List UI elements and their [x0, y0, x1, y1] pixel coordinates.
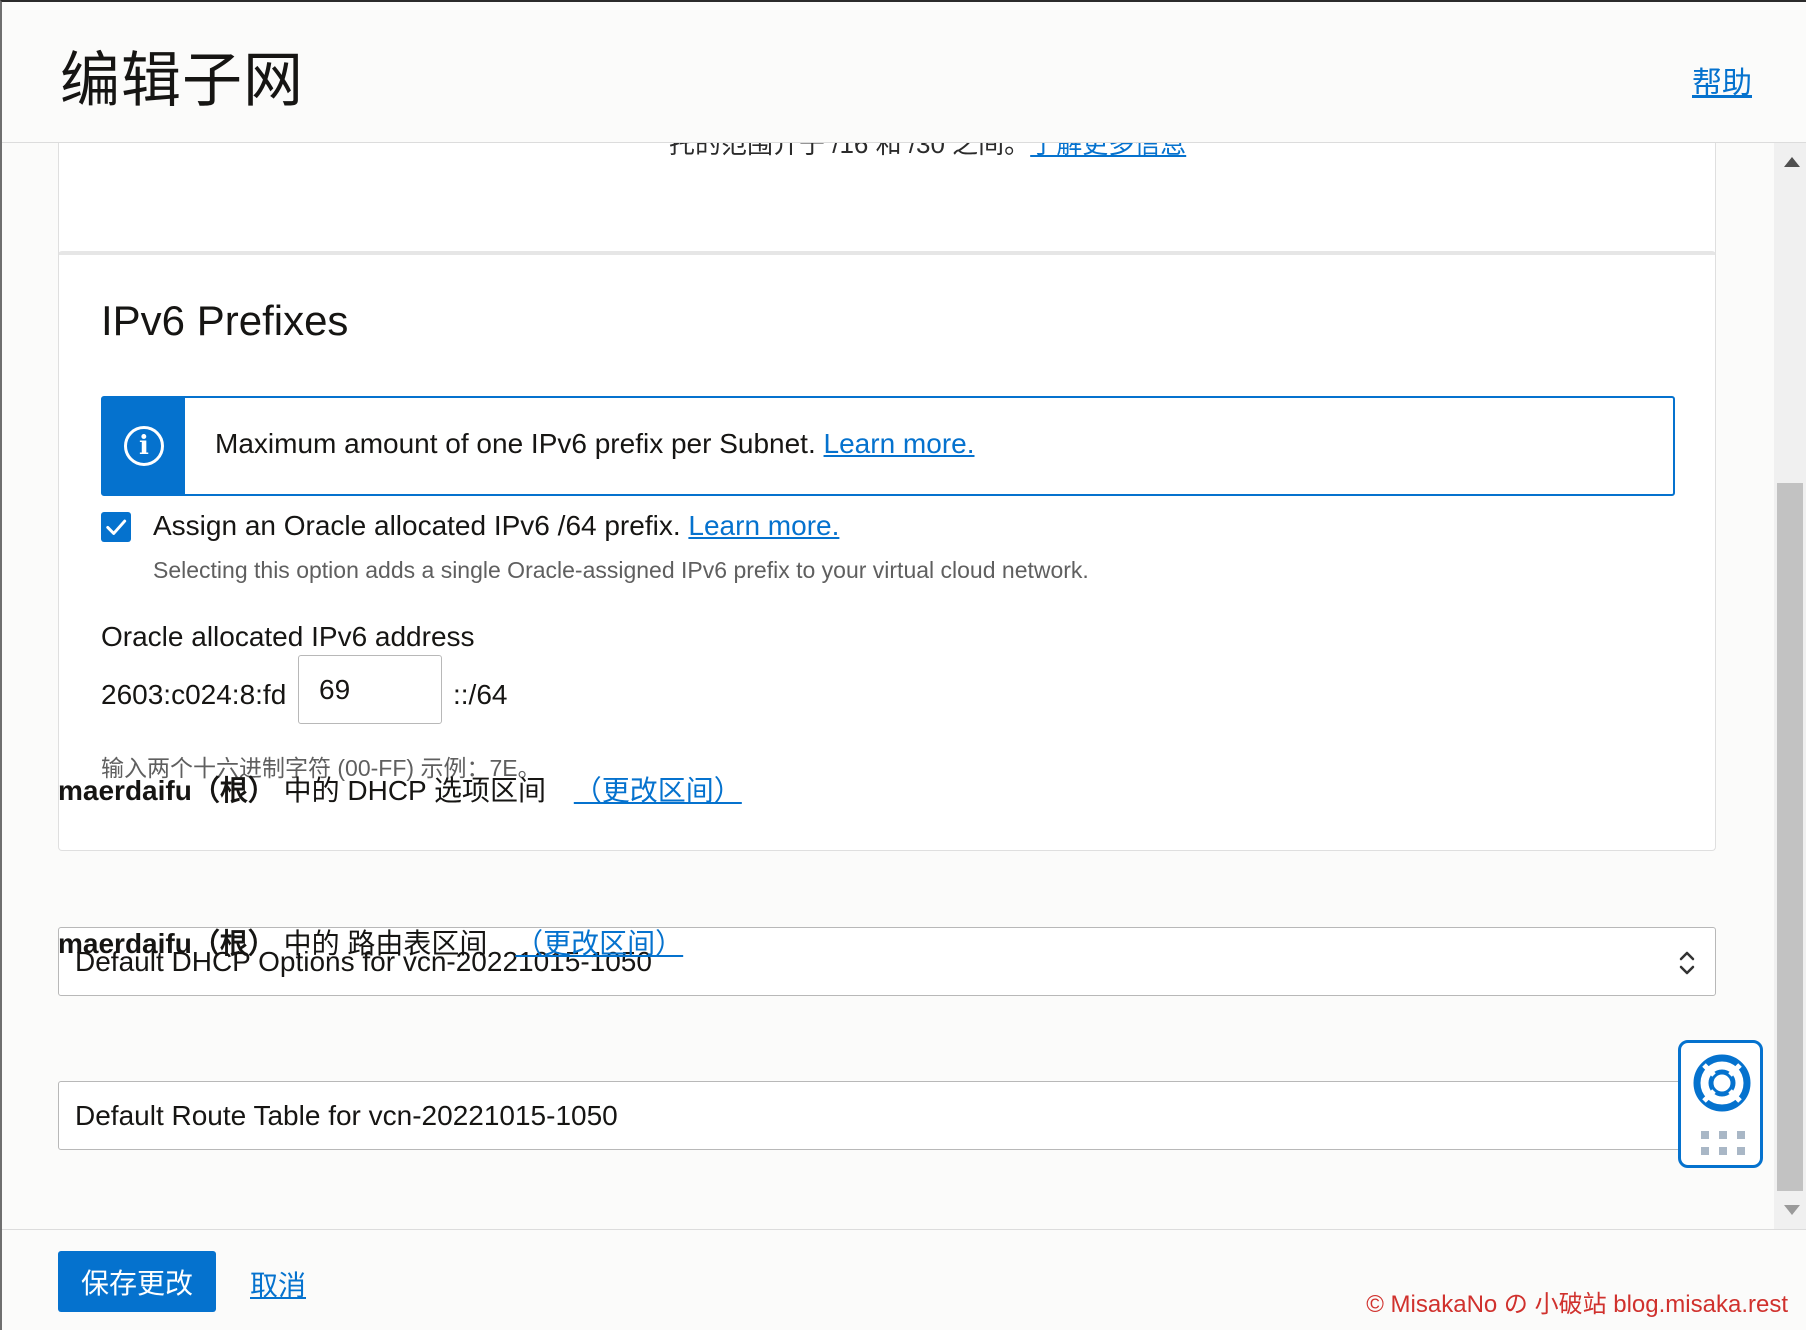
previous-section-text: 托的范围介于 /16 和 /30 之间。了解更多信息 [669, 143, 1186, 161]
previous-section-partial-text: 托的范围介于 /16 和 /30 之间。 [669, 143, 1031, 159]
watermark-text: © MisakaNo の 小破站 blog.misaka.rest [1366, 1291, 1788, 1318]
dhcp-label-text: 中的 DHCP 选项区间 [283, 775, 547, 806]
ipv6-section-title: IPv6 Prefixes [101, 297, 349, 344]
route-table-selected-value: Default Route Table for vcn-20221015-105… [75, 1100, 618, 1131]
assign-ipv6-learn-more-link[interactable]: Learn more. [688, 510, 839, 541]
route-compartment-name: maerdaifu（根） [58, 928, 276, 959]
scroll-up-arrow-icon[interactable] [1784, 157, 1800, 167]
lifebuoy-icon[interactable] [1692, 1053, 1752, 1113]
dhcp-change-compartment-link[interactable]: （更改区间） [574, 775, 742, 806]
ipv6-prefixes-card: IPv6 Prefixes i Maximum amount of one IP… [58, 251, 1716, 851]
info-banner-strip: i [103, 398, 185, 494]
ipv6-info-banner: i Maximum amount of one IPv6 prefix per … [101, 396, 1675, 496]
ipv6-address-hex-input[interactable] [298, 655, 442, 724]
assign-ipv6-label-text: Assign an Oracle allocated IPv6 /64 pref… [153, 510, 681, 541]
dialog-scrollbar[interactable] [1774, 143, 1806, 1229]
dialog-title: 编辑子网 [60, 47, 304, 114]
previous-section-learn-more-link[interactable]: 了解更多信息 [1030, 143, 1186, 159]
checkmark-icon [106, 519, 127, 535]
info-icon: i [124, 426, 164, 466]
save-changes-button[interactable]: 保存更改 [58, 1251, 216, 1312]
assign-ipv6-label: Assign an Oracle allocated IPv6 /64 pref… [153, 510, 839, 542]
dialog-header: 编辑子网 帮助 [2, 2, 1806, 143]
dialog-body[interactable]: 托的范围介于 /16 和 /30 之间。了解更多信息 IPv6 Prefixes… [2, 143, 1774, 1229]
help-link[interactable]: 帮助 [1692, 58, 1752, 102]
route-label-text: 中的 路由表区间 [283, 928, 488, 959]
scroll-down-arrow-icon[interactable] [1784, 1205, 1800, 1215]
route-table-select[interactable]: Default Route Table for vcn-20221015-105… [58, 1081, 1716, 1150]
scrollbar-thumb[interactable] [1777, 483, 1803, 1191]
dhcp-options-field-label: maerdaifu（根） 中的 DHCP 选项区间 （更改区间） [58, 769, 742, 809]
route-change-compartment-link[interactable]: （更改区间） [515, 928, 683, 959]
assign-ipv6-checkbox[interactable] [101, 512, 131, 542]
ipv6-address-label: Oracle allocated IPv6 address [101, 621, 475, 652]
info-banner-message: Maximum amount of one IPv6 prefix per Su… [215, 428, 975, 460]
cancel-link[interactable]: 取消 [250, 1264, 306, 1304]
drag-grip-icon[interactable] [1701, 1131, 1745, 1155]
chevron-up-down-icon [1679, 951, 1695, 975]
ipv6-address-prefix: 2603:c024:8:fd [101, 679, 287, 710]
ipv6-address-suffix: ::/64 [453, 679, 508, 710]
floating-help-widget[interactable] [1678, 1040, 1763, 1168]
info-banner-learn-more-link[interactable]: Learn more. [824, 428, 975, 459]
info-banner-text: Maximum amount of one IPv6 prefix per Su… [215, 428, 816, 459]
dhcp-compartment-name: maerdaifu（根） [58, 775, 276, 806]
route-table-field-label: maerdaifu（根） 中的 路由表区间 （更改区间） [58, 922, 683, 962]
dialog-footer: 保存更改 取消 © MisakaNo の 小破站 blog.misaka.res… [2, 1229, 1806, 1330]
assign-ipv6-help-text: Selecting this option adds a single Orac… [153, 557, 1089, 583]
